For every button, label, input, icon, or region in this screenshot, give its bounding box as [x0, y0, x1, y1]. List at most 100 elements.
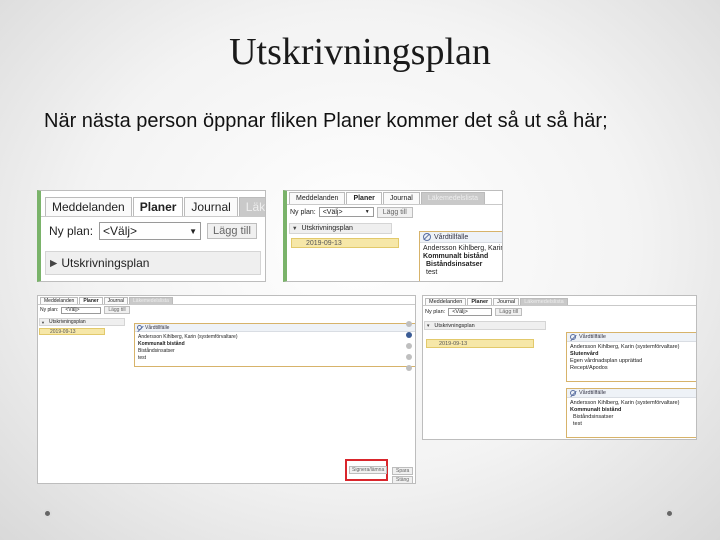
card-item-bistand: Biståndsinsatser [426, 261, 483, 268]
add-plan-button[interactable]: Lägg till [104, 306, 130, 314]
toolbar-icon[interactable] [406, 365, 412, 371]
plan-card: Vårdtillfälle Andersson Kihlberg, Karin … [134, 323, 415, 367]
block-icon [570, 390, 576, 396]
collapse-triangle-icon[interactable]: ▼ [426, 323, 430, 328]
tab-lakemedel[interactable]: Läkem [238, 197, 265, 216]
toolbar-icon[interactable] [406, 343, 412, 349]
plan-card: Vårdtillfälle Andersson Kihlberg, Karin … [419, 231, 503, 281]
tab-planer[interactable]: Planer [132, 197, 184, 216]
card-header: Vårdtillfälle [567, 389, 696, 398]
plan-card-kommunalt: Vårdtillfälle Andersson Kihlberg, Karin … [566, 388, 696, 438]
collapse-triangle-icon[interactable]: ▼ [41, 320, 45, 325]
toolbar-icon[interactable] [406, 321, 412, 327]
tab-bar: Meddelanden Planer Journal Läkem [41, 191, 265, 217]
card-header: Vårdtillfälle [420, 232, 502, 243]
card-item-kommunalt: Kommunalt bistånd [570, 407, 622, 413]
card-author: Andersson Kihlberg, Karin (syste [423, 245, 503, 252]
card-title: Vårdtillfälle [579, 334, 606, 340]
add-plan-button[interactable]: Lägg till [495, 308, 523, 316]
card-author: Andersson Kihlberg, Karin (systemförvalt… [138, 334, 238, 340]
card-author: Andersson Kihlberg, Karin (systemförvalt… [570, 400, 680, 406]
tab-journal[interactable]: Journal [184, 197, 238, 216]
tab-meddelanden[interactable]: Meddelanden [289, 192, 346, 204]
card-item-test: test [573, 421, 582, 427]
card-title: Vårdtillfälle [145, 324, 170, 331]
tab-bar: Meddelanden Planer Journal Läkemedelslis… [287, 191, 502, 205]
tab-lakemedel[interactable]: Läkemedelslista [129, 297, 173, 304]
new-plan-toolbar: Ny plan: <Välj> ▼ Lägg till [41, 217, 265, 245]
tab-lakemedel[interactable]: Läkemedelslista [420, 192, 486, 204]
card-item-test: test [426, 269, 438, 276]
tab-bar: Meddelanden Planer Journal Läkemedelslis… [423, 296, 696, 306]
add-plan-button[interactable]: Lägg till [376, 206, 413, 218]
card-header: Vårdtillfälle [567, 333, 696, 342]
card-header: Vårdtillfälle [135, 324, 415, 332]
card-title: Vårdtillfälle [579, 390, 606, 396]
card-item-vardplan: Egen vårdnadsplan upprättad [570, 358, 643, 364]
plan-date-row[interactable]: 2019-09-13 [426, 339, 534, 348]
expand-triangle-icon[interactable]: ▶ [50, 258, 57, 269]
toolbar-icon[interactable] [406, 354, 412, 360]
card-author: Andersson Kihlberg, Karin (systemförvalt… [570, 344, 680, 350]
plan-name: Utskrivningsplan [61, 256, 150, 270]
new-plan-label: Ny plan: [49, 224, 94, 238]
plan-row[interactable]: ▼ Utskrivningsplan [289, 223, 392, 234]
slide-title: Utskrivningsplan [229, 31, 491, 73]
select-value: <Välj> [322, 208, 343, 216]
plan-row[interactable]: ▶ Utskrivningsplan [45, 251, 261, 275]
collapse-triangle-icon[interactable]: ▼ [292, 226, 298, 232]
card-item-bistand: Biståndsinsatser [138, 348, 175, 354]
tab-meddelanden[interactable]: Meddelanden [425, 298, 467, 305]
plan-row[interactable]: ▼ Utskrivningsplan [39, 318, 125, 326]
tab-journal[interactable]: Journal [382, 192, 420, 204]
tab-planer[interactable]: Planer [467, 298, 493, 305]
card-item-recept: Recept/Apodos [570, 365, 608, 371]
close-button[interactable]: Stäng [392, 476, 414, 483]
save-button[interactable]: Spara [392, 467, 414, 475]
card-item-bistand: Biståndsinsatser [573, 414, 614, 420]
new-plan-toolbar: Ny plan: <Välj> Lägg till [38, 305, 415, 315]
plan-type-select[interactable]: <Välj> [61, 306, 102, 314]
tab-lakemedel[interactable]: Läkemedelslista [520, 298, 568, 305]
new-plan-toolbar: Ny plan: <Välj> Lägg till [423, 306, 696, 318]
block-icon [423, 233, 431, 241]
tab-journal[interactable]: Journal [103, 297, 129, 304]
select-value: <Välj> [452, 309, 468, 315]
plan-name: Utskrivningsplan [48, 319, 86, 325]
select-value: <Välj> [65, 307, 80, 313]
card-item-slutenvard: Slutenvård [570, 351, 599, 357]
select-value: <Välj> [103, 224, 138, 238]
tab-planer[interactable]: Planer [346, 192, 382, 204]
card-title: Vårdtillfälle [434, 233, 469, 241]
chevron-down-icon: ▼ [189, 226, 198, 236]
screenshot-plan-expanded: Meddelanden Planer Journal Läkemedelslis… [283, 190, 503, 282]
plan-row[interactable]: ▼ Utskrivningsplan [424, 321, 546, 330]
tab-meddelanden[interactable]: Meddelanden [40, 297, 79, 304]
new-plan-label: Ny plan: [290, 208, 316, 216]
block-icon[interactable] [406, 332, 412, 338]
plan-type-select[interactable]: <Välj> ▼ [99, 222, 202, 240]
tab-journal[interactable]: Journal [493, 298, 520, 305]
tab-bar: Meddelanden Planer Journal Läkemedelslis… [38, 296, 415, 305]
chevron-down-icon: ▼ [364, 209, 370, 215]
new-plan-label: Ny plan: [425, 309, 446, 315]
screenshot-panel-full: Meddelanden Planer Journal Läkemedelslis… [37, 295, 416, 484]
card-item-kommunalt: Kommunalt bistånd [138, 341, 185, 347]
screenshot-two-cards: Meddelanden Planer Journal Läkemedelslis… [422, 295, 697, 440]
block-icon [137, 325, 142, 330]
bullet-left [43, 509, 52, 518]
plan-type-select[interactable]: <Välj> ▼ [318, 207, 374, 217]
tab-meddelanden[interactable]: Meddelanden [45, 197, 132, 216]
sign-button[interactable]: Signera/lämna [349, 466, 388, 474]
card-item-test: test [138, 355, 147, 361]
plan-name: Utskrivningsplan [301, 225, 353, 232]
plan-card-slutenvard: Vårdtillfälle Andersson Kihlberg, Karin … [566, 332, 696, 382]
screenshot-planer-zoom: Meddelanden Planer Journal Läkem Ny plan… [37, 190, 266, 282]
add-plan-button[interactable]: Lägg till [207, 223, 257, 239]
tab-planer[interactable]: Planer [79, 297, 103, 304]
plan-name: Utskrivningsplan [434, 322, 475, 329]
plan-date-row[interactable]: 2019-09-13 [291, 238, 399, 248]
plan-date-row[interactable]: 2019-09-13 [39, 328, 105, 335]
block-icon [570, 334, 576, 340]
plan-type-select[interactable]: <Välj> [448, 308, 493, 316]
